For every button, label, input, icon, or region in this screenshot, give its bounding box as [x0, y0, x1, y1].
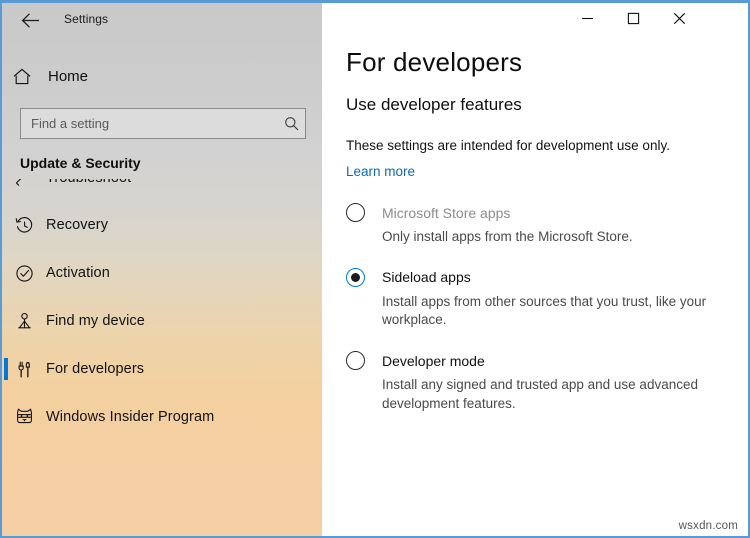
sidebar-selection-indicator [4, 262, 8, 284]
sidebar-item-recovery[interactable]: Recovery [2, 201, 322, 249]
learn-more-link[interactable]: Learn more [346, 164, 415, 179]
ninjacat-icon [2, 408, 46, 426]
sidebar-section-header: Update & Security [20, 155, 141, 171]
search-icon[interactable] [277, 116, 305, 131]
sidebar-selection-indicator [4, 192, 8, 201]
sidebar-item-recovery-label: Recovery [46, 217, 109, 233]
sidebar-item-troubleshoot[interactable]: Troubleshoot [2, 179, 322, 201]
sidebar-item-windows-insider-program-label: Windows Insider Program [46, 409, 215, 425]
maximize-button[interactable] [610, 3, 656, 34]
home-icon [2, 68, 42, 85]
radio-button-microsoft-store-apps[interactable] [346, 203, 365, 223]
sidebar-item-activation[interactable]: Activation [2, 249, 322, 297]
history-clock-icon [2, 216, 46, 235]
settings-content: For developers Use developer features Th… [346, 47, 738, 434]
person-pin-icon [2, 312, 46, 331]
radio-description-microsoft-store-apps: Only install apps from the Microsoft Sto… [382, 229, 633, 245]
radio-label-developer-mode: Developer mode [382, 352, 485, 369]
sidebar: Settings Home Update & Security [2, 3, 322, 536]
radio-button-sideload-apps[interactable] [346, 267, 365, 287]
check-circle-icon [2, 264, 46, 283]
sidebar-item-find-my-device[interactable]: Find my device [2, 297, 322, 345]
radio-label-microsoft-store-apps: Microsoft Store apps [382, 204, 511, 221]
app-title: Settings [64, 12, 109, 26]
sidebar-nav-list: Troubleshoot Recovery [2, 179, 322, 441]
radio-option-developer-mode[interactable]: Developer mode Install any signed and tr… [346, 351, 738, 413]
minimize-button[interactable] [564, 3, 610, 34]
sidebar-item-troubleshoot-label: Troubleshoot [46, 179, 131, 186]
radio-button-developer-mode[interactable] [346, 351, 365, 371]
sidebar-selection-indicator [4, 310, 8, 332]
developer-features-radio-group: Microsoft Store apps Only install apps f… [346, 203, 738, 413]
search-input[interactable] [21, 109, 277, 138]
sidebar-titlebar: Settings [2, 3, 322, 37]
sidebar-item-activation-label: Activation [46, 265, 110, 281]
close-button[interactable] [656, 3, 702, 34]
watermark: wsxdn.com [678, 520, 738, 532]
sidebar-item-for-developers[interactable]: For developers [2, 345, 322, 393]
page-title: For developers [346, 47, 523, 77]
sidebar-selection-indicator [4, 406, 8, 428]
sidebar-selection-indicator [4, 358, 8, 380]
window-titlebar [322, 3, 748, 37]
tools-icon [2, 360, 46, 379]
settings-window: Settings Home Update & Security [0, 0, 750, 538]
wrench-icon [2, 179, 46, 187]
radio-option-microsoft-store-apps[interactable]: Microsoft Store apps Only install apps f… [346, 203, 738, 247]
back-button[interactable] [16, 8, 44, 32]
sidebar-item-windows-insider-program[interactable]: Windows Insider Program [2, 393, 322, 441]
radio-description-sideload-apps: Install apps from other sources that you… [382, 293, 707, 328]
section-subheading: Use developer features [346, 95, 522, 114]
sidebar-item-for-developers-label: For developers [46, 361, 145, 377]
main-content-pane: For developers Use developer features Th… [322, 3, 748, 536]
sidebar-selection-indicator [4, 214, 8, 236]
radio-label-sideload-apps: Sideload apps [382, 269, 471, 286]
radio-option-sideload-apps[interactable]: Sideload apps Install apps from other so… [346, 267, 738, 330]
intro-text: These settings are intended for developm… [346, 138, 670, 153]
sidebar-item-find-my-device-label: Find my device [46, 313, 145, 329]
radio-description-developer-mode: Install any signed and trusted app and u… [382, 377, 698, 411]
sidebar-item-home-label: Home [48, 68, 89, 85]
sidebar-item-home[interactable]: Home [2, 61, 302, 92]
search-box[interactable] [20, 108, 306, 139]
